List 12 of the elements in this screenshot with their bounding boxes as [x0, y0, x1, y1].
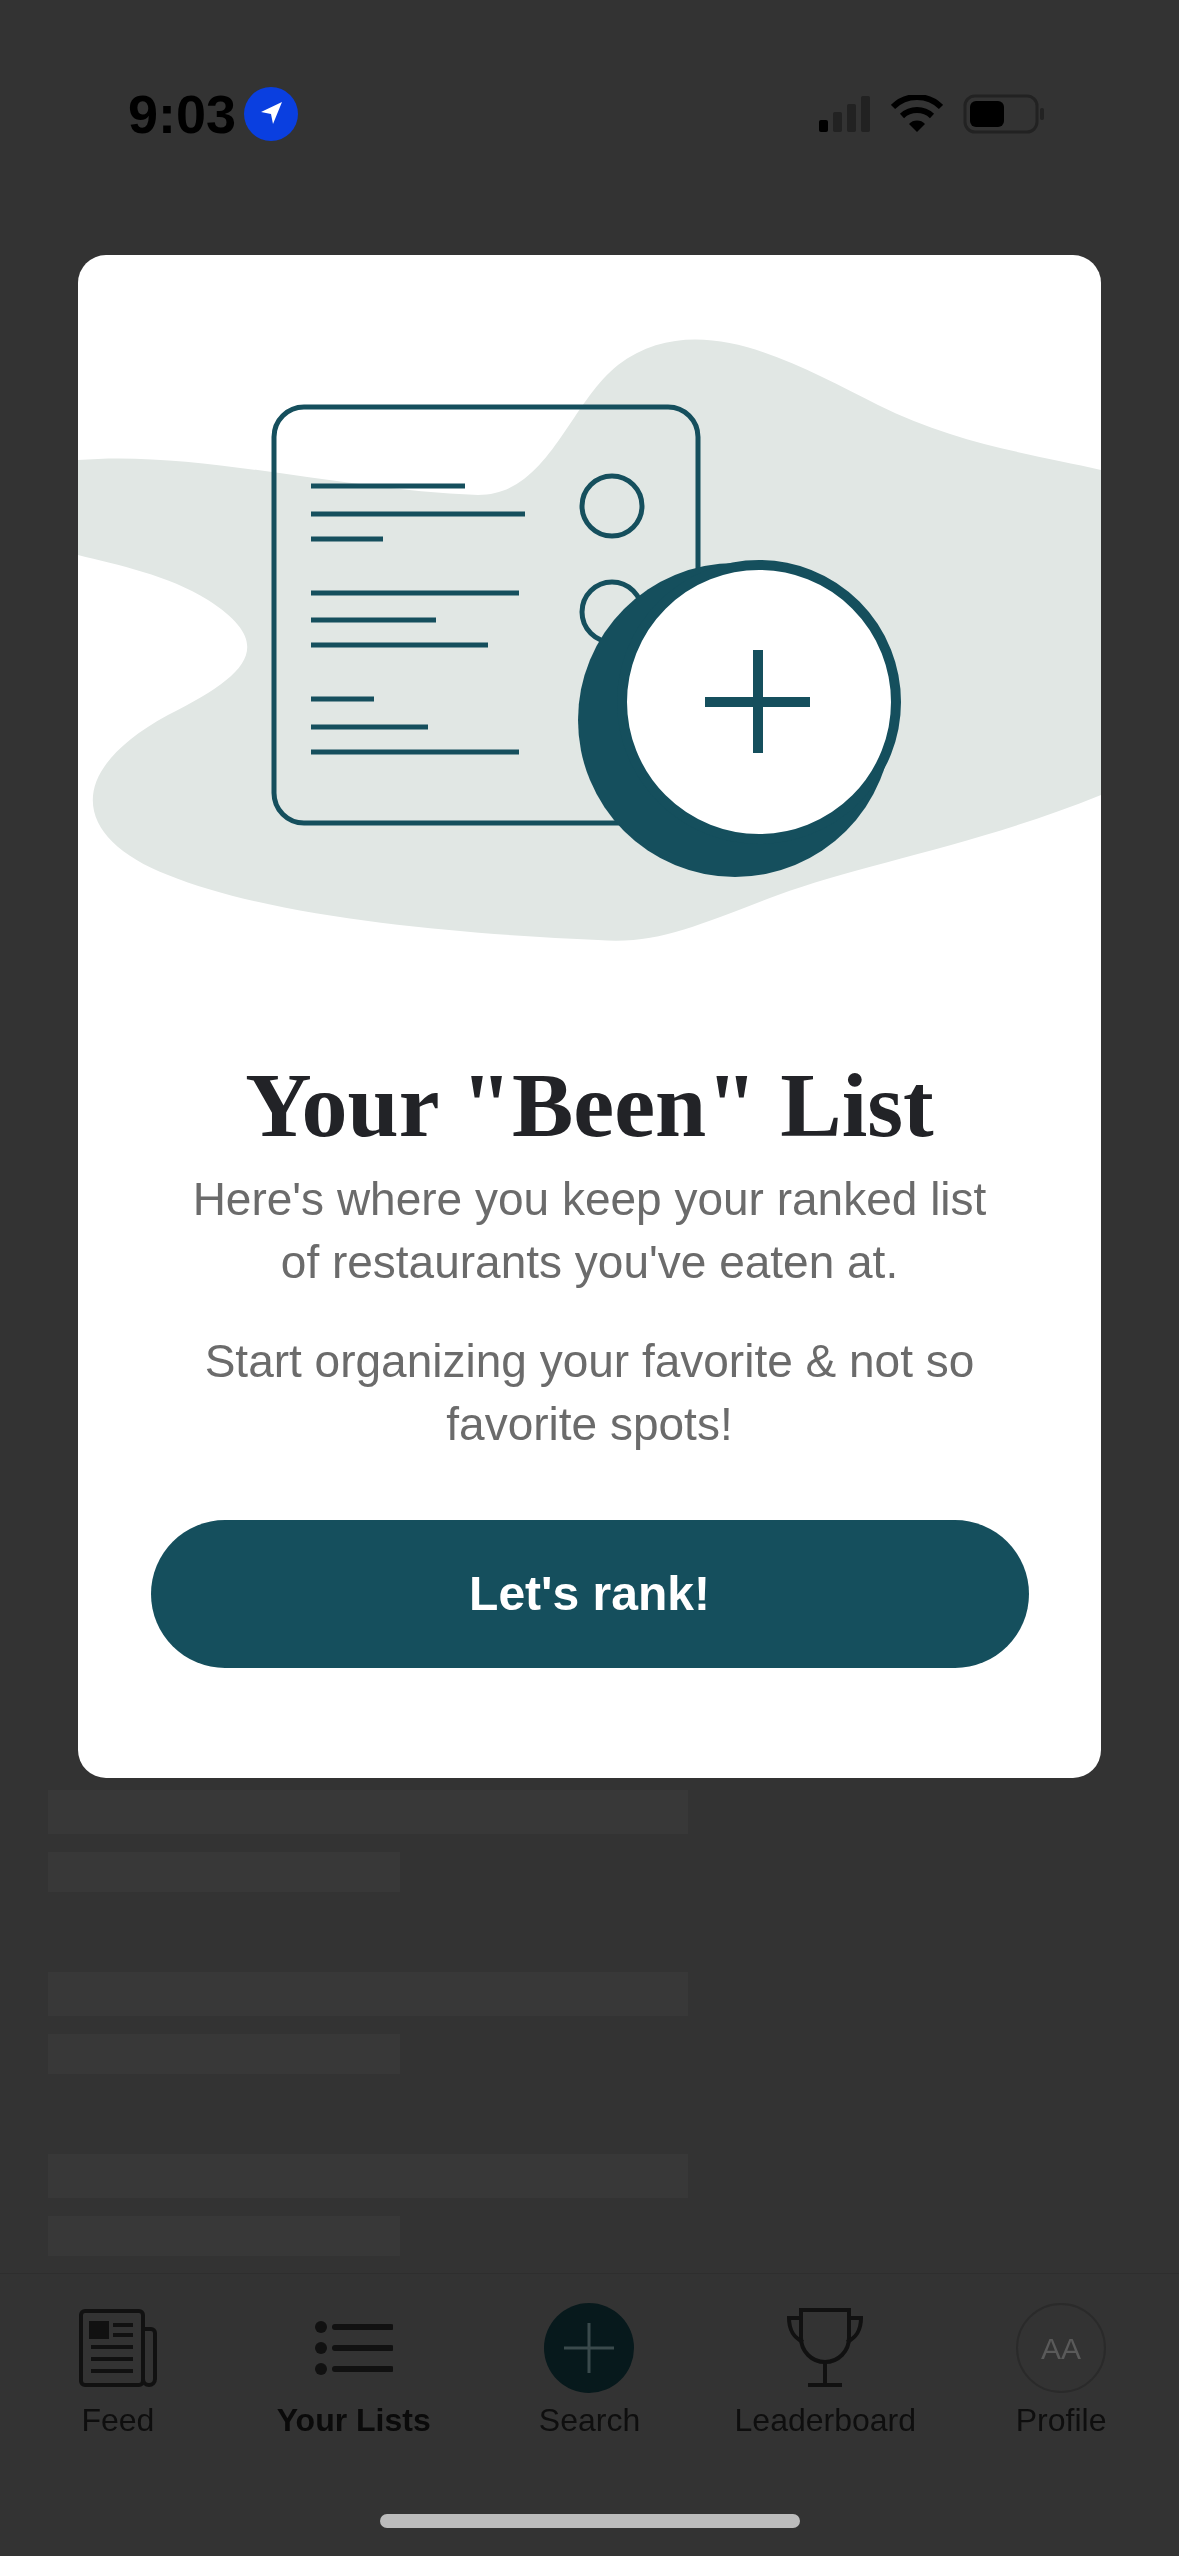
battery-icon — [963, 94, 1045, 134]
modal-text: Here's where you keep your ranked list of restaurants you've eaten at. — [191, 1172, 988, 1290]
location-icon — [244, 87, 299, 141]
trophy-icon — [786, 2308, 865, 2388]
wifi-icon — [891, 95, 943, 133]
modal-text: Start organizing your favorite & not so favorite spots! — [203, 1334, 976, 1452]
plus-icon — [544, 2303, 635, 2393]
modal-title: Your "Been" List — [245, 1053, 934, 1158]
newspaper-icon — [78, 2309, 157, 2387]
signal-icon — [819, 96, 871, 132]
list-icon — [314, 2321, 393, 2375]
lets-rank-button[interactable]: Let's rank! — [150, 1520, 1029, 1668]
